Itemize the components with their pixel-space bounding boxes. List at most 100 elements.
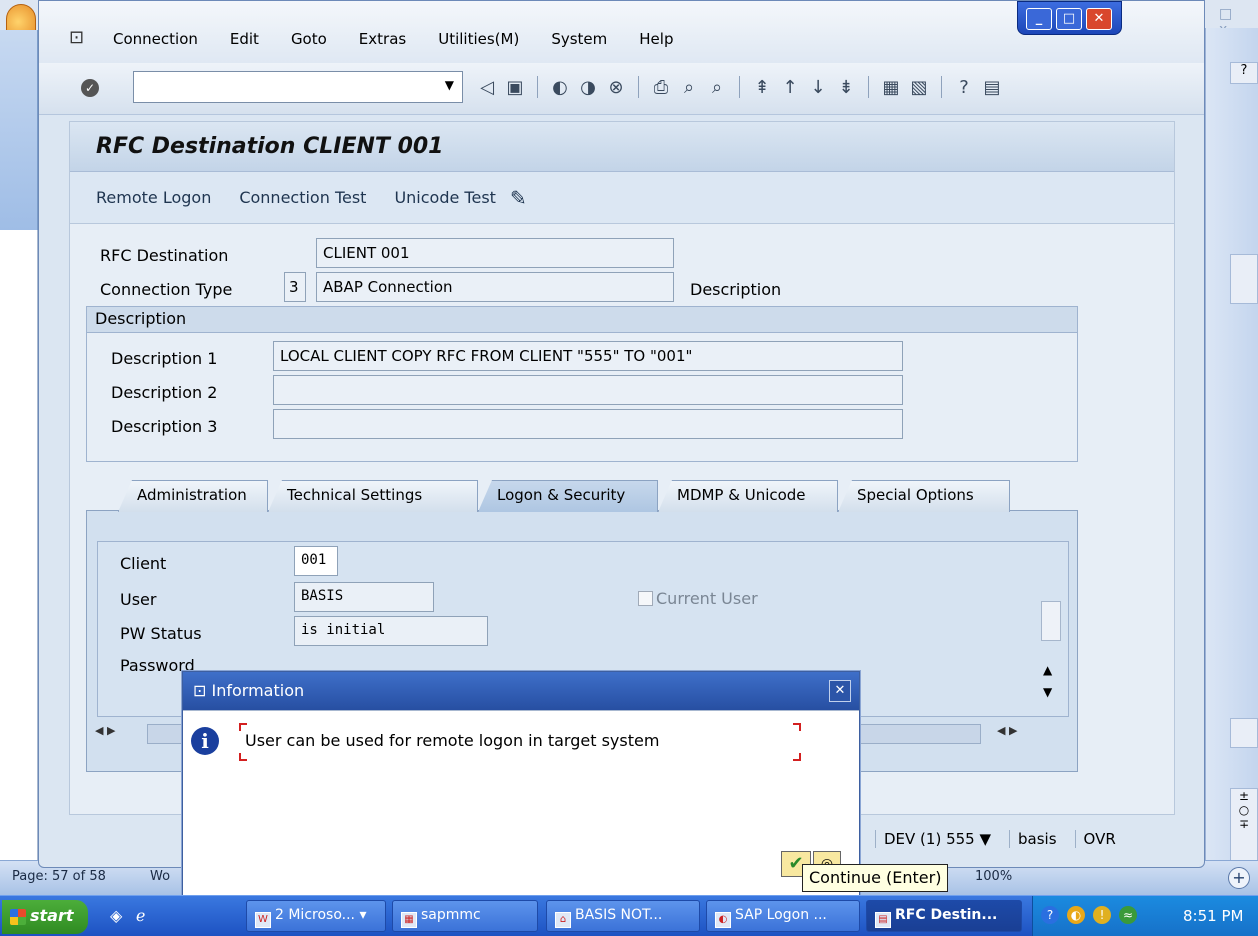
help-icon[interactable]: ? xyxy=(954,77,974,98)
tab-logon-security[interactable]: Logon & Security xyxy=(478,480,658,512)
application-toolbar: Remote Logon Connection Test Unicode Tes… xyxy=(70,172,1174,224)
unicode-test-button[interactable]: Unicode Test xyxy=(394,188,495,207)
zoom-in-icon[interactable]: + xyxy=(1228,867,1250,889)
tab-administration[interactable]: Administration xyxy=(118,480,268,512)
scroll-left-right-icon-2[interactable]: ◀ ▶ xyxy=(997,724,1041,746)
next-page-icon[interactable]: ↓ xyxy=(808,77,828,98)
standard-toolbar: ✓ ▼ ◁ ▣ ◐ ◑ ⊗ ⎙ ⌕ ⌕ ⇞ ↑ ↓ ⇟ ▦ ▧ ? ▤ xyxy=(39,63,1204,115)
window-controls: _ □ ✕ xyxy=(1017,1,1122,35)
menu-connection[interactable]: Connection xyxy=(113,30,198,48)
first-page-icon[interactable]: ⇞ xyxy=(752,77,772,98)
system-menu-icon[interactable]: ⊡ xyxy=(69,27,84,48)
maximize-button[interactable]: □ xyxy=(1056,8,1082,30)
focus-corner xyxy=(793,723,801,731)
task-microsoft[interactable]: W2 Microso... ▾ xyxy=(246,900,386,932)
word-window-controls[interactable]: □ x xyxy=(1205,0,1258,38)
task-rfc-destination[interactable]: ▤ RFC Destin... xyxy=(866,900,1022,932)
scroll-thumb[interactable] xyxy=(1041,601,1061,641)
description-2-label: Description 2 xyxy=(111,383,218,402)
back-icon[interactable]: ◐ xyxy=(550,77,570,98)
cancel-icon[interactable]: ⊗ xyxy=(606,77,626,98)
task-sapmmc[interactable]: ▦ sapmmc xyxy=(392,900,538,932)
last-page-icon[interactable]: ⇟ xyxy=(836,77,856,98)
ruler-icon[interactable] xyxy=(1230,254,1258,304)
vertical-scrollbar[interactable]: ▲ ▼ xyxy=(1039,531,1065,731)
zoom-level[interactable]: 100% xyxy=(975,869,1012,884)
description-3-field[interactable] xyxy=(273,409,903,439)
help-tray-icon[interactable]: ? xyxy=(1041,906,1059,924)
info-icon: i xyxy=(191,727,219,755)
scroll-down-icon[interactable]: ▼ xyxy=(1043,685,1052,699)
sap-menubar: ⊡ Connection Edit Goto Extras Utilities(… xyxy=(39,1,1204,63)
description-2-field[interactable] xyxy=(273,375,903,405)
windows-taskbar: start ◈ ℯ W2 Microso... ▾ ▦ sapmmc ⌂ BASIS… xyxy=(0,895,1258,936)
find-icon[interactable]: ⌕ xyxy=(679,77,699,98)
rfc-destination-field[interactable]: CLIENT 001 xyxy=(316,238,674,268)
description-1-field[interactable]: LOCAL CLIENT COPY RFC FROM CLIENT "555" … xyxy=(273,341,903,371)
description-label: Description xyxy=(690,280,782,299)
word-ribbon-left xyxy=(0,30,38,230)
pw-status-field[interactable]: is initial xyxy=(294,616,488,646)
menu-utilities[interactable]: Utilities(M) xyxy=(438,30,519,48)
new-session-icon[interactable]: ▦ xyxy=(881,77,901,98)
user-field[interactable]: BASIS xyxy=(294,582,434,612)
connection-type-code[interactable]: 3 xyxy=(284,272,306,302)
word-vertical-scrollbar[interactable]: ? ± ○ ∓ xyxy=(1205,28,1258,883)
save-icon[interactable]: ▣ xyxy=(505,77,525,98)
scroll-thumb[interactable] xyxy=(1230,718,1258,748)
help-icon[interactable]: ? xyxy=(1230,62,1258,84)
minimize-button[interactable]: _ xyxy=(1026,8,1052,30)
display-change-icon[interactable]: ✎ xyxy=(510,186,527,210)
scroll-left-right-icon[interactable]: ◀ ▶ xyxy=(95,724,139,746)
client-field[interactable]: 001 xyxy=(294,546,338,576)
sap-status-bar: DEV (1) 555 ▼ basis OVR xyxy=(875,821,1124,857)
scroll-up-icon[interactable]: ▲ xyxy=(1043,663,1052,677)
windows-logo-icon xyxy=(10,909,26,925)
close-button[interactable]: ✕ xyxy=(1086,8,1112,30)
tab-mdmp-unicode[interactable]: MDMP & Unicode xyxy=(658,480,838,512)
previous-page-icon[interactable]: ↑ xyxy=(780,77,800,98)
task-sap-logon[interactable]: ◐ SAP Logon ... xyxy=(706,900,860,932)
system-info[interactable]: DEV (1) 555 ▼ xyxy=(875,830,999,848)
task-basis-notes[interactable]: ⌂ BASIS NOT... xyxy=(546,900,700,932)
back-triangle-icon[interactable]: ◁ xyxy=(477,77,497,98)
dropdown-arrow-icon[interactable]: ▼ xyxy=(445,78,454,92)
browse-object-icon[interactable]: ± ○ ∓ xyxy=(1230,788,1258,868)
menu-system[interactable]: System xyxy=(551,30,607,48)
focus-corner xyxy=(793,753,801,761)
title-bar: RFC Destination CLIENT 001 xyxy=(70,122,1174,172)
layout-menu-icon[interactable]: ▤ xyxy=(982,77,1002,98)
connection-test-button[interactable]: Connection Test xyxy=(239,188,366,207)
remote-logon-button[interactable]: Remote Logon xyxy=(96,188,211,207)
enter-icon[interactable]: ✓ xyxy=(81,79,99,97)
focus-corner xyxy=(239,723,247,731)
user-info: basis xyxy=(1009,830,1065,848)
print-icon[interactable]: ⎙ xyxy=(651,77,671,98)
command-field[interactable]: ▼ xyxy=(133,71,463,103)
insert-mode: OVR xyxy=(1074,830,1124,848)
connection-type-field[interactable]: ABAP Connection xyxy=(316,272,674,302)
menu-bar: Connection Edit Goto Extras Utilities(M)… xyxy=(113,30,705,48)
tab-special-options[interactable]: Special Options xyxy=(838,480,1010,512)
menu-extras[interactable]: Extras xyxy=(359,30,406,48)
current-user-checkbox[interactable] xyxy=(638,591,653,606)
tab-technical-settings[interactable]: Technical Settings xyxy=(268,480,478,512)
find-next-icon[interactable]: ⌕ xyxy=(707,77,727,98)
network-icon[interactable]: ≈ xyxy=(1119,906,1137,924)
menu-goto[interactable]: Goto xyxy=(291,30,327,48)
connection-type-label: Connection Type xyxy=(100,280,233,299)
user-label: User xyxy=(120,590,157,609)
start-button[interactable]: start xyxy=(2,900,88,934)
shortcut-icon[interactable]: ▧ xyxy=(909,77,929,98)
clock: 8:51 PM xyxy=(1183,907,1244,925)
security-shield-icon[interactable]: ! xyxy=(1093,906,1111,924)
focus-corner xyxy=(239,753,247,761)
menu-edit[interactable]: Edit xyxy=(230,30,259,48)
internet-explorer-icon[interactable]: ℯ xyxy=(136,906,145,925)
dialog-close-button[interactable]: ✕ xyxy=(829,680,851,702)
dialog-message: User can be used for remote logon in tar… xyxy=(245,731,660,750)
menu-help[interactable]: Help xyxy=(639,30,673,48)
exit-icon[interactable]: ◑ xyxy=(578,77,598,98)
sap-tray-icon[interactable]: ◐ xyxy=(1067,906,1085,924)
quicklaunch-icon[interactable]: ◈ xyxy=(110,906,122,925)
